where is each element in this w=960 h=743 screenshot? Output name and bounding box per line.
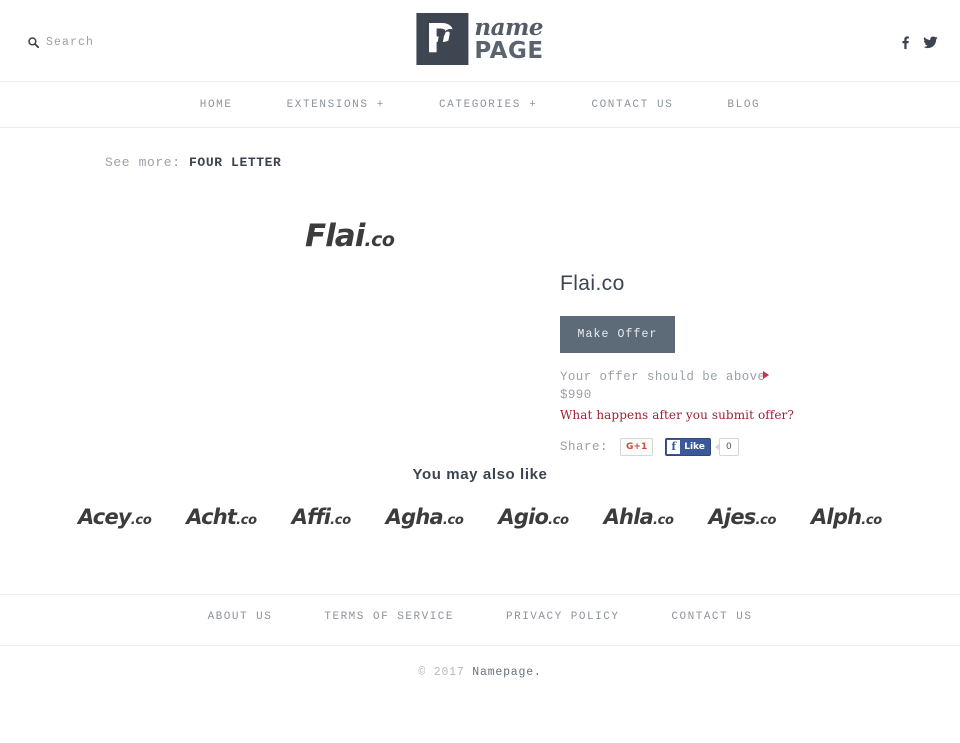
also-like-item-name: Acht bbox=[186, 505, 237, 529]
also-like-item[interactable]: Ahla.co bbox=[604, 505, 674, 529]
copyright: © 2017 Namepage. bbox=[0, 666, 960, 679]
footer-links: ABOUT US TERMS OF SERVICE PRIVACY POLICY… bbox=[0, 611, 960, 623]
also-like-item-name: Ahla bbox=[603, 505, 654, 529]
also-like-item-name: Affi bbox=[291, 505, 331, 529]
nav-item-extensions[interactable]: EXTENSIONS + bbox=[260, 99, 412, 111]
logo-mark-n: n bbox=[435, 18, 458, 53]
offer-panel: Flai.co Make Offer Your offer should be … bbox=[560, 272, 860, 456]
also-like-item[interactable]: Alph.co bbox=[811, 505, 882, 529]
also-like-item[interactable]: Agha.co bbox=[386, 505, 464, 529]
page-title: Flai.co bbox=[560, 272, 625, 295]
also-like-item-name: Ajes bbox=[708, 505, 756, 529]
domain-logo-tld: .co bbox=[364, 229, 395, 251]
footer-link-contact-us[interactable]: CONTACT US bbox=[645, 611, 778, 623]
top-bar: Search P n name PAGE bbox=[0, 0, 960, 82]
see-more-link[interactable]: FOUR LETTER bbox=[189, 155, 281, 170]
facebook-icon[interactable] bbox=[900, 36, 911, 49]
also-like-title: You may also like bbox=[412, 466, 548, 483]
logo-word-page: PAGE bbox=[474, 37, 544, 64]
also-like-item[interactable]: Acey.co bbox=[78, 505, 152, 529]
search-label: Search bbox=[46, 36, 95, 49]
facebook-like-button[interactable]: f Like bbox=[665, 438, 711, 456]
nav-item-categories[interactable]: CATEGORIES + bbox=[412, 99, 564, 111]
search-button[interactable]: Search bbox=[28, 36, 94, 49]
footer-divider-top bbox=[0, 594, 960, 595]
also-like-item-tld: .co bbox=[755, 513, 777, 528]
also-like-item-tld: .co bbox=[548, 513, 569, 528]
logo-wordmark: name PAGE bbox=[474, 16, 543, 63]
also-like-item[interactable]: Acht.co bbox=[186, 505, 257, 529]
twitter-icon[interactable] bbox=[923, 36, 938, 49]
see-more: See more: FOUR LETTER bbox=[105, 152, 285, 173]
logo-word-name: name bbox=[474, 13, 544, 41]
social-links bbox=[900, 36, 938, 49]
facebook-like-label: Like bbox=[684, 442, 705, 452]
share-label: Share: bbox=[560, 440, 609, 454]
main-navigation: HOME EXTENSIONS + CATEGORIES + CONTACT U… bbox=[0, 82, 960, 128]
domain-logo-art: Flai.co bbox=[305, 218, 395, 254]
also-like-item-tld: .co bbox=[442, 513, 464, 528]
site-logo[interactable]: P n name PAGE bbox=[416, 13, 544, 65]
minimum-offer-text: Your offer should be above $990 bbox=[560, 370, 766, 402]
also-like-item-tld: .co bbox=[652, 513, 674, 528]
also-like-item[interactable]: Agio.co bbox=[498, 505, 569, 529]
nav-item-home[interactable]: HOME bbox=[173, 99, 260, 111]
arrow-right-icon bbox=[763, 371, 769, 379]
nav-item-blog[interactable]: BLOG bbox=[700, 99, 787, 111]
also-like-item[interactable]: Ajes.co bbox=[708, 505, 776, 529]
offer-help-link[interactable]: What happens after you submit offer? bbox=[560, 408, 860, 422]
also-like-item-tld: .co bbox=[330, 513, 351, 528]
facebook-like-count: 0 bbox=[714, 438, 739, 456]
footer-link-about-us[interactable]: ABOUT US bbox=[182, 611, 299, 623]
also-like-item-name: Alph bbox=[810, 505, 862, 529]
also-like-item[interactable]: Affi.co bbox=[291, 505, 352, 529]
minimum-offer-note: Your offer should be above $990 bbox=[560, 368, 775, 404]
domain-logo-name: Flai bbox=[305, 218, 365, 254]
share-row: Share: G+1 f Like 0 bbox=[560, 438, 860, 456]
facebook-f-icon: f bbox=[667, 440, 681, 454]
also-like-item-name: Agio bbox=[498, 505, 549, 529]
see-more-label: See more: bbox=[105, 155, 181, 170]
copyright-name: Namepage. bbox=[472, 666, 542, 679]
also-like-item-tld: .co bbox=[130, 513, 152, 528]
footer-divider-bottom bbox=[0, 645, 960, 646]
also-like-item-tld: .co bbox=[861, 513, 882, 528]
copyright-year: © 2017 bbox=[418, 666, 465, 679]
also-like-item-name: Agha bbox=[385, 505, 444, 529]
facebook-like-widget: f Like 0 bbox=[665, 438, 739, 456]
logo-mark-icon: P n bbox=[416, 13, 469, 65]
google-plus-one-button[interactable]: G+1 bbox=[620, 438, 654, 456]
search-icon bbox=[28, 37, 39, 48]
make-offer-button[interactable]: Make Offer bbox=[560, 316, 675, 353]
also-like-item-name: Acey bbox=[78, 505, 132, 529]
also-like-item-tld: .co bbox=[236, 513, 257, 528]
nav-item-contact-us[interactable]: CONTACT US bbox=[564, 99, 700, 111]
footer-link-privacy-policy[interactable]: PRIVACY POLICY bbox=[480, 611, 645, 623]
footer-link-terms-of-service[interactable]: TERMS OF SERVICE bbox=[298, 611, 480, 623]
also-like-row: Acey.co Acht.co Affi.co Agha.co Agio.co … bbox=[78, 505, 882, 529]
